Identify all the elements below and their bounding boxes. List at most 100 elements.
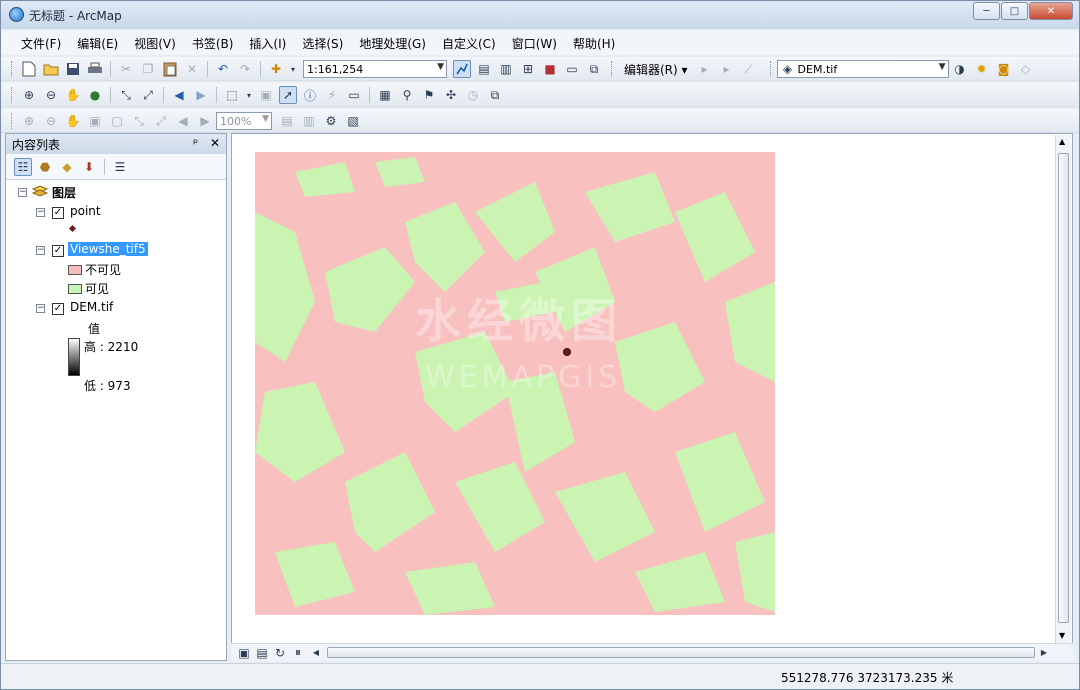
pause-drawing-icon[interactable]: ⏸ — [291, 645, 305, 660]
toc-close-icon[interactable]: ✕ — [210, 136, 220, 150]
time-slider-icon[interactable]: ◷ — [464, 86, 482, 104]
swipe-icon[interactable]: ◇ — [1017, 60, 1035, 78]
python-window-icon[interactable]: ▭ — [563, 60, 581, 78]
data-driven-pages-icon[interactable]: ▧ — [344, 112, 362, 130]
forward-arrow-icon[interactable]: ▶ — [192, 86, 210, 104]
copy-icon[interactable]: ❐ — [139, 60, 157, 78]
html-popup-icon[interactable]: ▭ — [345, 86, 363, 104]
save-icon[interactable] — [64, 60, 82, 78]
collapse-viewshed-icon[interactable]: − — [36, 246, 45, 255]
viewshed-layer-label[interactable]: Viewshe_tif5 — [68, 242, 148, 256]
undo-icon[interactable]: ↶ — [214, 60, 232, 78]
layer-combo[interactable]: ◈ DEM.tif ▼ — [776, 60, 949, 78]
list-by-source-icon[interactable]: ⬣ — [36, 158, 54, 176]
focus-data-frame-icon[interactable]: ▥ — [300, 112, 318, 130]
menu-selection[interactable]: 选择(S) — [296, 35, 349, 52]
zoom-in-icon[interactable]: ⊕ — [20, 86, 38, 104]
full-extent-icon[interactable]: ● — [86, 86, 104, 104]
observer-point[interactable] — [563, 348, 571, 356]
editor-menu[interactable]: 编辑器(R) ▾ — [624, 61, 688, 78]
go-to-xy-icon[interactable]: ✣ — [442, 86, 460, 104]
data-view-icon[interactable]: ▣ — [237, 646, 251, 660]
table-of-contents-icon[interactable]: ▤ — [475, 60, 493, 78]
create-viewer-window-icon[interactable]: ⧉ — [486, 86, 504, 104]
list-by-visibility-icon[interactable]: ◆ — [58, 158, 76, 176]
menu-insert[interactable]: 插入(I) — [243, 35, 292, 52]
transparency-icon[interactable]: ◙ — [995, 60, 1013, 78]
layout-zoom-out-icon[interactable]: ⊖ — [42, 112, 60, 130]
select-elements-arrow-icon[interactable]: ➚ — [279, 86, 297, 104]
chevron-down-icon[interactable]: ▼ — [437, 62, 444, 72]
cut-icon[interactable]: ✂ — [117, 60, 135, 78]
list-by-selection-icon[interactable]: ⬇ — [80, 158, 98, 176]
viewshed-layer-checkbox[interactable]: ✓ — [52, 245, 64, 257]
fixed-zoom-layout-out-icon[interactable]: ⤢ — [152, 112, 170, 130]
toggle-draft-mode-icon[interactable]: ▤ — [278, 112, 296, 130]
edit-tool-icon[interactable]: ▸ — [696, 60, 714, 78]
select-features-icon[interactable]: ⬚ — [223, 86, 241, 104]
catalog-icon[interactable]: ▥ — [497, 60, 515, 78]
measure-icon[interactable]: ▦ — [376, 86, 394, 104]
previous-extent-icon[interactable]: ◀ — [174, 112, 192, 130]
paste-icon[interactable] — [161, 60, 179, 78]
menu-help[interactable]: 帮助(H) — [567, 35, 621, 52]
zoom-whole-page-icon[interactable]: ▣ — [86, 112, 104, 130]
scroll-down-icon[interactable]: ▼ — [1059, 631, 1065, 640]
point-layer-label[interactable]: point — [70, 204, 101, 218]
select-dropdown-icon[interactable]: ▾ — [245, 86, 253, 104]
straight-segment-icon[interactable]: ⟋ — [740, 60, 758, 78]
scroll-up-icon[interactable]: ▲ — [1059, 137, 1065, 146]
collapse-dem-icon[interactable]: − — [36, 304, 45, 313]
map-display[interactable]: 水经微图 WEMAPGIS ▲ ▼ — [231, 133, 1073, 661]
redo-icon[interactable]: ↷ — [236, 60, 254, 78]
collapse-root-icon[interactable]: − — [18, 188, 27, 197]
close-button[interactable]: ✕ — [1029, 2, 1073, 20]
options-icon[interactable]: ☰ — [111, 158, 129, 176]
add-data-dropdown-icon[interactable]: ▾ — [289, 60, 297, 78]
delete-icon[interactable]: ✕ — [183, 60, 201, 78]
arctoolbox-icon[interactable]: ■ — [541, 60, 559, 78]
scroll-right-icon[interactable]: ▶ — [1037, 646, 1051, 660]
find-binoculars-icon[interactable]: ⚲ — [398, 86, 416, 104]
menu-edit[interactable]: 编辑(E) — [71, 35, 124, 52]
pin-icon[interactable]: ᵖ — [193, 136, 198, 150]
map-scale-combo[interactable]: 1:161,254 ▼ — [303, 60, 447, 78]
zoom-out-icon[interactable]: ⊖ — [42, 86, 60, 104]
fixed-zoom-in-icon[interactable]: ⤡ — [117, 86, 135, 104]
new-document-icon[interactable] — [20, 60, 38, 78]
identify-icon[interactable]: ⓘ — [301, 86, 319, 104]
menu-view[interactable]: 视图(V) — [128, 35, 182, 52]
model-builder-icon[interactable]: ⧉ — [585, 60, 603, 78]
hyperlink-icon[interactable]: ⚡ — [323, 86, 341, 104]
back-arrow-icon[interactable]: ◀ — [170, 86, 188, 104]
menu-bookmarks[interactable]: 书签(B) — [186, 35, 240, 52]
chevron-down-icon[interactable]: ▼ — [262, 114, 269, 124]
menu-customize[interactable]: 自定义(C) — [436, 35, 502, 52]
pan-hand-icon[interactable]: ✋ — [64, 86, 82, 104]
menu-file[interactable]: 文件(F) — [15, 35, 67, 52]
list-by-drawing-order-icon[interactable]: ☷ — [14, 157, 32, 176]
map-vertical-scrollbar[interactable]: ▲ ▼ — [1055, 135, 1071, 645]
layout-zoom-in-icon[interactable]: ⊕ — [20, 112, 38, 130]
clear-selection-icon[interactable]: ▣ — [257, 86, 275, 104]
menu-windows[interactable]: 窗口(W) — [506, 35, 563, 52]
zoom-percent-combo[interactable]: 100% ▼ — [216, 112, 272, 130]
root-layers-label[interactable]: 图层 — [52, 184, 76, 201]
scroll-left-icon[interactable]: ◀ — [309, 646, 323, 660]
layout-view-icon[interactable]: ▤ — [255, 646, 269, 660]
print-icon[interactable] — [86, 60, 104, 78]
chevron-down-icon[interactable]: ▼ — [939, 62, 946, 72]
contrast-icon[interactable]: ◑ — [951, 60, 969, 78]
minimize-button[interactable]: ─ — [973, 2, 1000, 20]
refresh-icon[interactable]: ↻ — [273, 646, 287, 660]
point-layer-checkbox[interactable]: ✓ — [52, 207, 64, 219]
editor-toolbar-icon[interactable] — [453, 60, 471, 78]
edit-annotation-icon[interactable]: ▸ — [718, 60, 736, 78]
change-layout-icon[interactable]: ⚙ — [322, 112, 340, 130]
brightness-icon[interactable]: ✹ — [973, 60, 991, 78]
open-folder-icon[interactable] — [42, 60, 60, 78]
add-data-icon[interactable]: ✚ — [267, 60, 285, 78]
horizontal-scroll-thumb[interactable] — [327, 647, 1035, 658]
fixed-zoom-layout-in-icon[interactable]: ⤡ — [130, 112, 148, 130]
toolbar-grip[interactable] — [11, 61, 14, 77]
